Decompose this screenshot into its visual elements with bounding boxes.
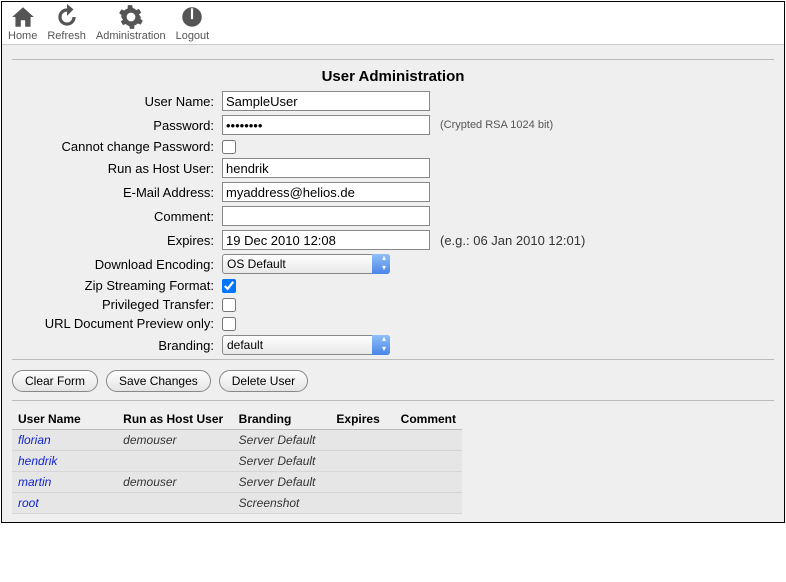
url-preview-checkbox[interactable]	[222, 317, 236, 331]
cell-hostuser: demouser	[117, 430, 233, 451]
host-user-input[interactable]	[222, 158, 430, 178]
cell-username[interactable]: hendrik	[12, 451, 117, 472]
logout-button[interactable]: Logout	[176, 4, 210, 42]
comment-input[interactable]	[222, 206, 430, 226]
users-tbody: florian demouser Server Default hendrik …	[12, 430, 462, 514]
cell-comment	[395, 430, 462, 451]
label-cannot-change: Cannot change Password:	[12, 139, 222, 154]
expires-hint: (e.g.: 06 Jan 2010 12:01)	[440, 233, 585, 248]
username-input[interactable]	[222, 91, 430, 111]
cell-username[interactable]: florian	[12, 430, 117, 451]
administration-button[interactable]: Administration	[96, 4, 166, 42]
cell-branding: Screenshot	[233, 493, 331, 514]
cell-expires	[330, 493, 394, 514]
home-label: Home	[8, 30, 37, 42]
delete-user-button[interactable]: Delete User	[219, 370, 308, 392]
home-icon	[10, 4, 36, 30]
th-branding: Branding	[233, 409, 331, 430]
table-row[interactable]: hendrik Server Default	[12, 451, 462, 472]
refresh-icon	[54, 4, 80, 30]
label-url-preview: URL Document Preview only:	[12, 316, 222, 331]
home-button[interactable]: Home	[8, 4, 37, 42]
encoding-select[interactable]: OS Default	[222, 254, 390, 274]
cell-username[interactable]: martin	[12, 472, 117, 493]
th-username: User Name	[12, 409, 117, 430]
cell-comment	[395, 493, 462, 514]
divider-bottom	[12, 400, 774, 401]
cell-branding: Server Default	[233, 430, 331, 451]
cell-expires	[330, 451, 394, 472]
clear-form-button[interactable]: Clear Form	[12, 370, 98, 392]
cell-expires	[330, 430, 394, 451]
priv-transfer-checkbox[interactable]	[222, 298, 236, 312]
cell-comment	[395, 472, 462, 493]
label-zip-stream: Zip Streaming Format:	[12, 278, 222, 293]
cell-hostuser: demouser	[117, 472, 233, 493]
label-encoding: Download Encoding:	[12, 257, 222, 272]
refresh-button[interactable]: Refresh	[47, 4, 86, 42]
password-hint: (Crypted RSA 1024 bit)	[440, 119, 553, 131]
expires-input[interactable]	[222, 230, 430, 250]
th-comment: Comment	[395, 409, 462, 430]
cell-expires	[330, 472, 394, 493]
refresh-label: Refresh	[47, 30, 86, 42]
button-row: Clear Form Save Changes Delete User	[12, 370, 774, 392]
label-expires: Expires:	[12, 233, 222, 248]
password-input[interactable]	[222, 115, 430, 135]
save-changes-button[interactable]: Save Changes	[106, 370, 211, 392]
label-comment: Comment:	[12, 209, 222, 224]
label-email: E-Mail Address:	[12, 185, 222, 200]
zip-stream-checkbox[interactable]	[222, 279, 236, 293]
page-title: User Administration	[12, 68, 774, 85]
administration-label: Administration	[96, 30, 166, 42]
th-expires: Expires	[330, 409, 394, 430]
cell-hostuser	[117, 493, 233, 514]
logout-icon	[179, 4, 205, 30]
label-priv-transfer: Privileged Transfer:	[12, 297, 222, 312]
cell-branding: Server Default	[233, 472, 331, 493]
branding-select[interactable]: default	[222, 335, 390, 355]
cannot-change-checkbox[interactable]	[222, 140, 236, 154]
logout-label: Logout	[176, 30, 210, 42]
users-table: User Name Run as Host User Branding Expi…	[12, 409, 462, 514]
table-row[interactable]: root Screenshot	[12, 493, 462, 514]
label-host-user: Run as Host User:	[12, 161, 222, 176]
email-input[interactable]	[222, 182, 430, 202]
app-frame: Home Refresh Administration Logout User …	[1, 1, 785, 523]
divider-mid	[12, 359, 774, 360]
cell-branding: Server Default	[233, 451, 331, 472]
toolbar: Home Refresh Administration Logout	[2, 2, 784, 45]
content-area: User Administration User Name: Password:…	[2, 45, 784, 522]
cell-username[interactable]: root	[12, 493, 117, 514]
th-hostuser: Run as Host User	[117, 409, 233, 430]
divider-top	[12, 59, 774, 60]
cell-comment	[395, 451, 462, 472]
label-username: User Name:	[12, 94, 222, 109]
label-password: Password:	[12, 118, 222, 133]
gear-icon	[118, 4, 144, 30]
table-row[interactable]: florian demouser Server Default	[12, 430, 462, 451]
table-row[interactable]: martin demouser Server Default	[12, 472, 462, 493]
label-branding: Branding:	[12, 338, 222, 353]
cell-hostuser	[117, 451, 233, 472]
